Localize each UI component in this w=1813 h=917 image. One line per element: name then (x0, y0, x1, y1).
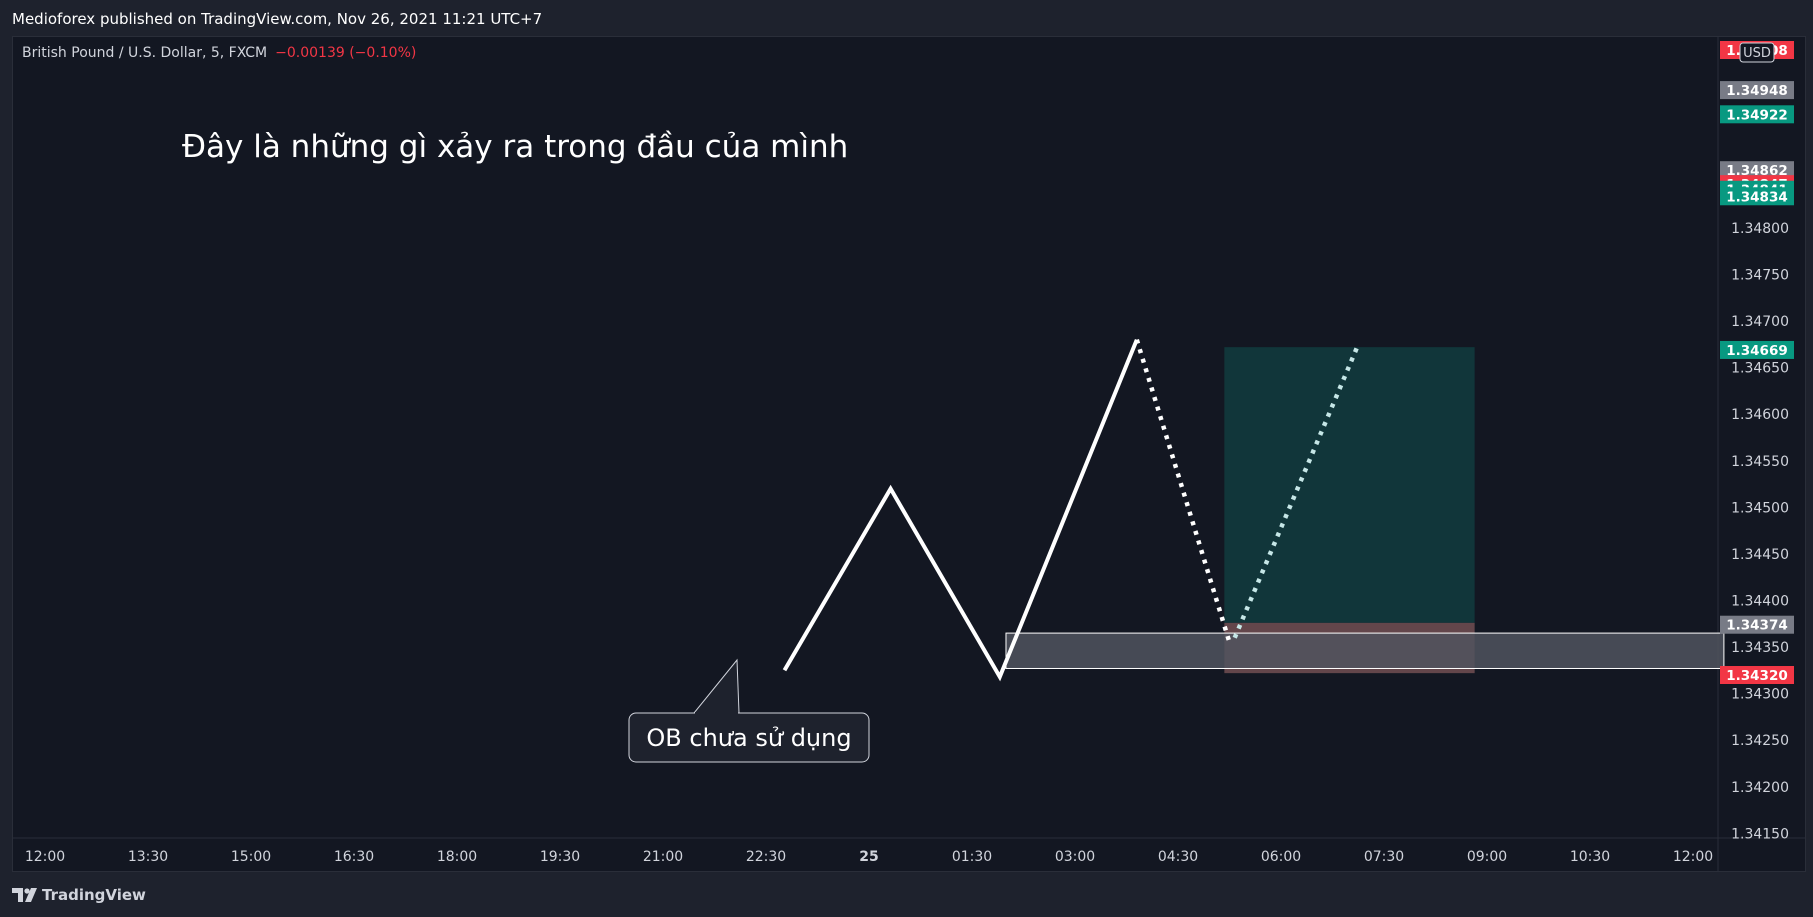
x-tick-label: 25 (859, 849, 878, 865)
path-line-1[interactable] (782, 338, 1139, 682)
annotation-label: OB chưa sử dụng (646, 724, 851, 752)
path-line-2[interactable] (1134, 339, 1232, 644)
tradingview-logo[interactable]: TradingView (12, 886, 146, 904)
tradingview-logo-icon (12, 888, 37, 902)
y-tick-label: 1.34800 (1731, 221, 1789, 237)
y-tick-label: 1.34200 (1731, 780, 1789, 796)
price-tag-label: 1.34320 (1726, 668, 1788, 684)
y-tick-label: 1.34600 (1731, 407, 1789, 423)
x-tick-label: 10:30 (1570, 849, 1610, 865)
y-tick-label: 1.34500 (1731, 500, 1789, 516)
x-tick-label: 06:00 (1261, 849, 1301, 865)
y-tick-label: 1.34450 (1731, 547, 1789, 563)
x-tick-label: 12:00 (1673, 849, 1713, 865)
y-tick-label: 1.34550 (1731, 454, 1789, 470)
price-tag-label: 1.34922 (1726, 107, 1788, 123)
symbol-name: British Pound / U.S. Dollar, 5, FXCM (22, 45, 268, 61)
x-tick-label: 22:30 (746, 849, 786, 865)
y-tick-label: 1.34400 (1731, 593, 1789, 609)
y-tick-label: 1.34350 (1731, 640, 1789, 656)
bottom-bar (0, 872, 1813, 917)
price-tag-label: 1.34834 (1726, 189, 1788, 205)
tradingview-brand: TradingView (42, 886, 146, 904)
price-tag-label: 1.34948 (1726, 83, 1788, 99)
x-tick-label: 12:00 (25, 849, 65, 865)
price-tag-label: 1.34669 (1726, 343, 1788, 359)
y-tick-label: 1.34250 (1731, 733, 1789, 749)
x-tick-label: 18:00 (437, 849, 477, 865)
y-tick-label: 1.34750 (1731, 268, 1789, 284)
price-chart[interactable]: Đây là những gì xảy ra trong đầu của mìn… (0, 0, 1813, 917)
x-tick-label: 21:00 (643, 849, 683, 865)
profit-zone[interactable] (1224, 347, 1475, 623)
x-tick-label: 03:00 (1055, 849, 1095, 865)
order-block-zone[interactable] (1005, 632, 1725, 669)
y-tick-label: 1.34300 (1731, 687, 1789, 703)
x-tick-label: 09:00 (1467, 849, 1507, 865)
y-tick-label: 1.34150 (1731, 826, 1789, 842)
x-tick-label: 04:30 (1158, 849, 1198, 865)
chart-title[interactable]: Đây là những gì xảy ra trong đầu của mìn… (182, 129, 848, 165)
symbol-change: −0.00139 (−0.10%) (275, 45, 417, 61)
x-tick-label: 16:30 (334, 849, 374, 865)
annotation-pointer (692, 658, 740, 714)
x-tick-label: 07:30 (1364, 849, 1404, 865)
y-tick-label: 1.34650 (1731, 361, 1789, 377)
price-tag-label: 1.34374 (1726, 618, 1788, 634)
symbol-legend[interactable]: British Pound / U.S. Dollar, 5, FXCM −0.0… (22, 45, 416, 61)
annotation-joint (695, 712, 738, 715)
x-tick-label: 01:30 (952, 849, 992, 865)
currency-label: USD (1743, 46, 1771, 61)
x-tick-label: 13:30 (128, 849, 168, 865)
y-tick-label: 1.34700 (1731, 314, 1789, 330)
x-tick-label: 15:00 (231, 849, 271, 865)
x-tick-label: 19:30 (540, 849, 580, 865)
